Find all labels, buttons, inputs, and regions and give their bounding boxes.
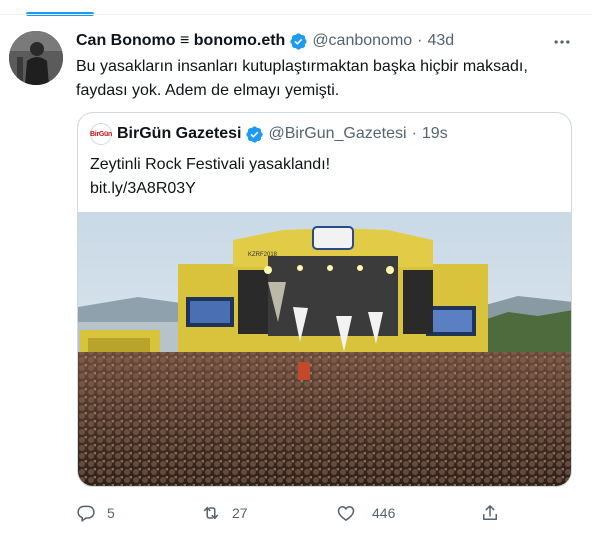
author-avatar[interactable] bbox=[9, 31, 63, 85]
author-name[interactable]: Can Bonomo ≡ bonomo.eth bbox=[76, 32, 285, 50]
retweet-count: 27 bbox=[232, 505, 248, 521]
quote-text-line: Zeytinli Rock Festivali yasaklandı! bbox=[90, 156, 331, 173]
stage-banner-text: KZRF2018 bbox=[248, 252, 278, 258]
quote-text: Zeytinli Rock Festivali yasaklandı! bit.… bbox=[90, 153, 560, 201]
separator-dot: · bbox=[417, 32, 423, 49]
like-count: 446 bbox=[372, 505, 396, 521]
more-icon[interactable] bbox=[550, 32, 574, 52]
share-button[interactable] bbox=[480, 500, 500, 526]
like-icon bbox=[337, 505, 355, 521]
quote-author-avatar: BirGün bbox=[90, 123, 112, 145]
quote-author-name: BirGün Gazetesi bbox=[117, 125, 242, 142]
quote-link[interactable]: bit.ly/3A8R03Y bbox=[90, 177, 560, 201]
retweet-icon bbox=[204, 506, 218, 520]
retweet-button[interactable]: 27 bbox=[201, 500, 248, 526]
tweet-text: Bu yasakların insanları kutuplaştırmakta… bbox=[76, 58, 528, 99]
festival-photo[interactable]: KZRF2018 bbox=[78, 212, 572, 487]
quoted-tweet[interactable]: BirGün BirGün Gazetesi @BirGun_Gazetesi … bbox=[77, 112, 572, 487]
like-button[interactable]: 446 bbox=[336, 500, 395, 526]
verified-badge-icon bbox=[290, 32, 307, 50]
quote-author-handle: @BirGun_Gazetesi bbox=[268, 125, 407, 142]
reply-button[interactable]: 5 bbox=[76, 500, 115, 526]
separator-dot: · bbox=[411, 125, 417, 142]
share-icon bbox=[483, 505, 497, 520]
divider bbox=[0, 14, 592, 15]
quote-timestamp: 19s bbox=[421, 125, 448, 142]
tweet-timestamp[interactable]: 43d bbox=[428, 32, 455, 50]
avatar-photo bbox=[9, 31, 63, 85]
reply-icon bbox=[77, 505, 95, 523]
quote-avatar-logo-text: BirGün bbox=[90, 130, 112, 138]
verified-badge-icon bbox=[246, 125, 264, 143]
quote-header: BirGün BirGün Gazetesi @BirGun_Gazetesi … bbox=[90, 123, 448, 145]
author-handle[interactable]: @canbonomo bbox=[312, 32, 412, 50]
tweet-actions: 5 27 446 bbox=[76, 500, 516, 526]
tweet-header: Can Bonomo ≡ bonomo.eth @canbonomo · 43d bbox=[76, 31, 454, 51]
reply-count: 5 bbox=[107, 505, 115, 521]
